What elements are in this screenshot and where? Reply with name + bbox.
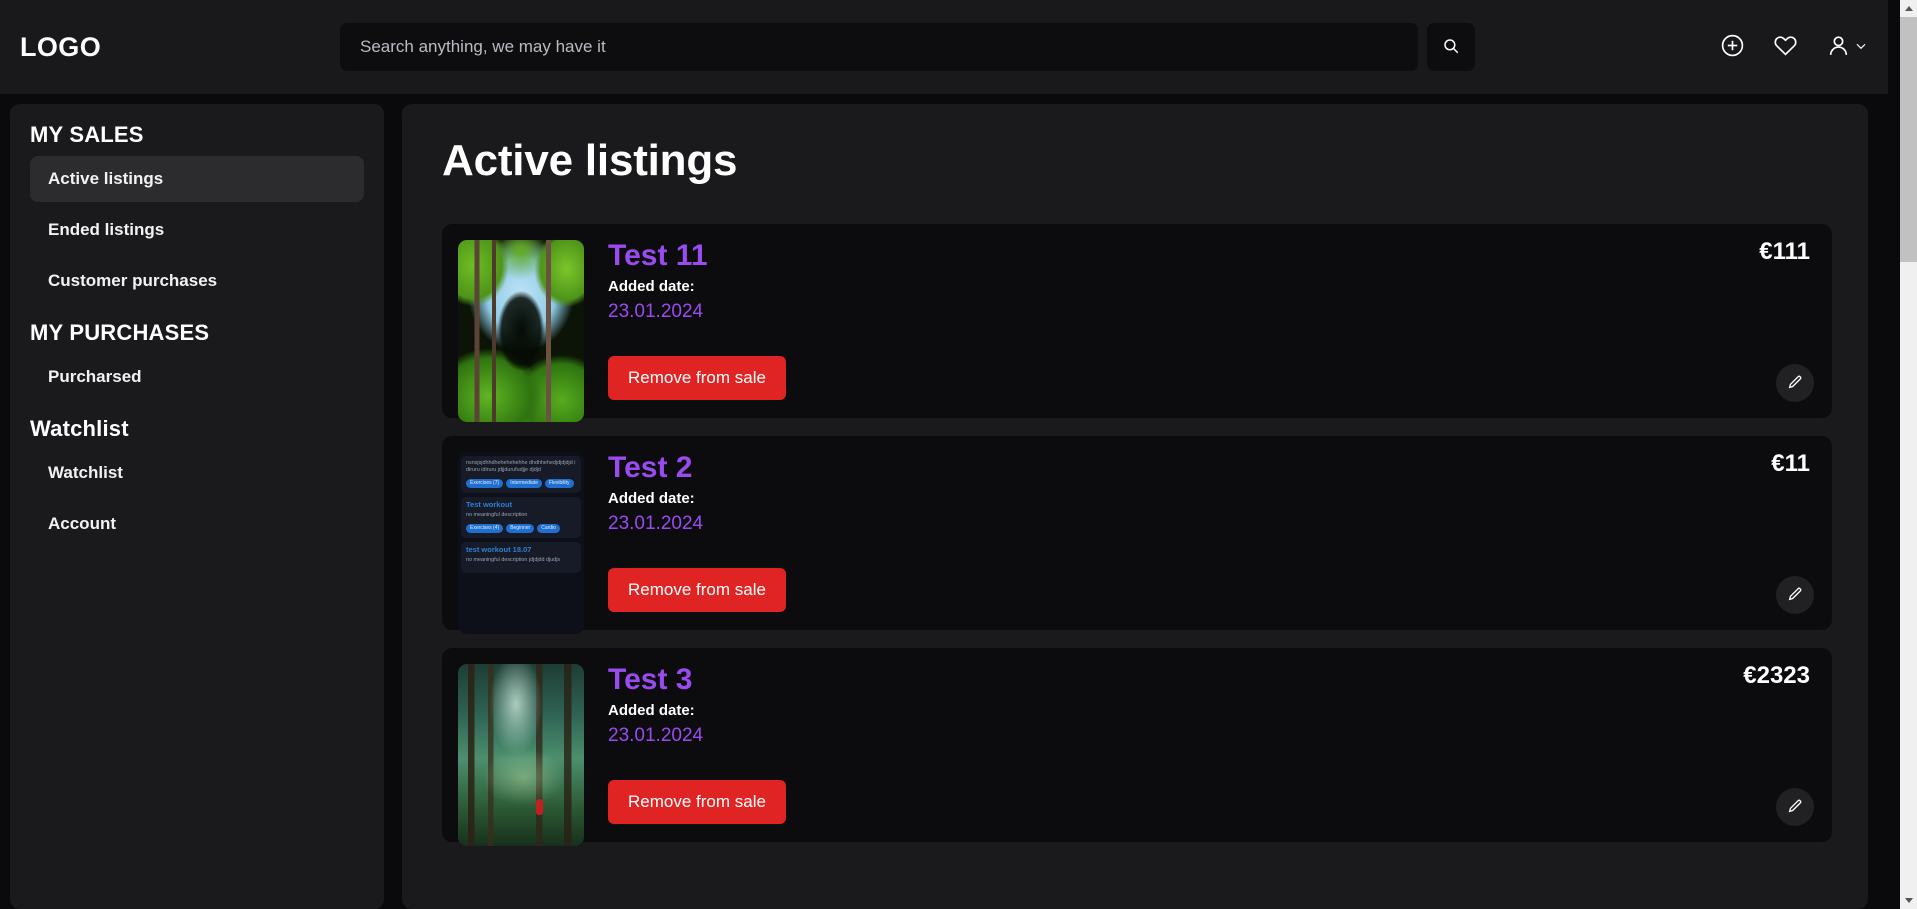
sidebar-item-account[interactable]: Account: [30, 501, 364, 547]
nested-tag: Beginner: [506, 524, 534, 533]
listing-title[interactable]: Test 11: [608, 240, 1810, 272]
listing-price: €11: [1771, 450, 1810, 478]
listing-card[interactable]: Test 3 Added date: 23.01.2024 Remove fro…: [442, 648, 1832, 842]
nested-tag: Flexibility: [545, 479, 574, 488]
added-date-label: Added date:: [608, 702, 1810, 719]
added-date-label: Added date:: [608, 278, 1810, 295]
nested-workout-card: test workout 18.07 no meaningful descrip…: [461, 542, 581, 574]
nested-workout-description: nsnsjsjdhhdhehehehehhe dhdhhehedjdjdjdjd…: [466, 460, 576, 475]
workout-app-screenshot-icon: nsnsjsjdhhdhehehehehhe dhdhhehedjdjdjdjd…: [458, 452, 584, 634]
nested-workout-description: no meaningful description jdjdjdd djudjs: [466, 557, 576, 564]
misty-forest-photo-icon: [458, 664, 584, 846]
top-header: LOGO: [0, 0, 1888, 94]
nested-workout-title: test workout 18.07: [466, 546, 576, 555]
site-logo[interactable]: LOGO: [20, 32, 101, 63]
listing-price: €111: [1759, 238, 1810, 266]
pencil-icon: [1787, 374, 1803, 393]
sidebar-item-ended-listings[interactable]: Ended listings: [30, 207, 364, 253]
pencil-icon: [1787, 798, 1803, 817]
added-date-label: Added date:: [608, 490, 1810, 507]
nested-tag: Exercises (4): [466, 524, 503, 533]
scroll-down-button[interactable]: [1900, 892, 1917, 909]
page-body: MY SALES Active listings Ended listings …: [0, 104, 1888, 909]
sidebar-heading-watchlist: Watchlist: [30, 416, 364, 442]
scrollbar-thumb[interactable]: [1900, 17, 1917, 262]
listing-thumbnail[interactable]: nsnsjsjdhhdhehehehehhe dhdhhehedjdjdjdjd…: [458, 452, 584, 634]
pencil-icon: [1787, 586, 1803, 605]
listing-price: €2323: [1743, 662, 1810, 690]
edit-listing-button[interactable]: [1776, 364, 1814, 402]
remove-from-sale-button[interactable]: Remove from sale: [608, 356, 786, 400]
wishlist-button[interactable]: [1773, 33, 1798, 61]
nested-workout-card: nsnsjsjdhhdhehehehehhe dhdhhehedjdjdjdjd…: [461, 456, 581, 493]
listing-card[interactable]: Test 11 Added date: 23.01.2024 Remove fr…: [442, 224, 1832, 418]
nested-workout-card: Test workout no meaningful description E…: [461, 497, 581, 538]
search-button[interactable]: [1427, 23, 1475, 71]
edit-listing-button[interactable]: [1776, 788, 1814, 826]
listing-thumbnail[interactable]: [458, 664, 584, 846]
listing-details: Test 3 Added date: 23.01.2024 Remove fro…: [608, 664, 1810, 826]
listing-title[interactable]: Test 3: [608, 664, 1810, 696]
person-icon: [1826, 33, 1851, 61]
listing-card[interactable]: nsnsjsjdhhdhehehehehhe dhdhhehedjdjdjdjd…: [442, 436, 1832, 630]
nested-tag: Exercises (7): [466, 479, 503, 488]
listing-details: Test 11 Added date: 23.01.2024 Remove fr…: [608, 240, 1810, 402]
nested-workout-tags: Exercises (7) Intermediate Flexibility: [466, 479, 576, 488]
page-scrollbar[interactable]: [1900, 0, 1917, 909]
listing-title[interactable]: Test 2: [608, 452, 1810, 484]
search-input[interactable]: [340, 23, 1418, 71]
chevron-down-icon: [1905, 898, 1913, 903]
add-listing-button[interactable]: [1720, 33, 1745, 61]
add-icon: [1720, 33, 1745, 61]
listing-details: Test 2 Added date: 23.01.2024 Remove fro…: [608, 452, 1810, 614]
scroll-up-button[interactable]: [1900, 0, 1917, 17]
sidebar-heading-my-sales: MY SALES: [30, 122, 364, 148]
chevron-up-icon: [1905, 6, 1913, 11]
search-bar: [340, 23, 1475, 71]
remove-from-sale-button[interactable]: Remove from sale: [608, 568, 786, 612]
remove-from-sale-button[interactable]: Remove from sale: [608, 780, 786, 824]
nested-workout-title: Test workout: [466, 501, 576, 510]
app-root: LOGO: [0, 0, 1917, 909]
search-icon: [1442, 37, 1460, 58]
sidebar-item-active-listings[interactable]: Active listings: [30, 156, 364, 202]
sidebar-heading-my-purchases: MY PURCHASES: [30, 320, 364, 346]
sidebar-item-customer-purchases[interactable]: Customer purchases: [30, 258, 364, 304]
added-date-value: 23.01.2024: [608, 301, 1810, 323]
heart-icon: [1773, 33, 1798, 61]
listing-thumbnail[interactable]: [458, 240, 584, 422]
added-date-value: 23.01.2024: [608, 725, 1810, 747]
header-actions: [1720, 0, 1868, 94]
edit-listing-button[interactable]: [1776, 576, 1814, 614]
sidebar-item-watchlist[interactable]: Watchlist: [30, 450, 364, 496]
nested-tag: Intermediate: [506, 479, 542, 488]
chevron-down-icon: [1854, 39, 1868, 56]
main-content: Active listings Test 11 Added date: 23.0…: [402, 104, 1868, 909]
nested-tag: Cardio: [537, 524, 560, 533]
sidebar-item-purcharsed[interactable]: Purcharsed: [30, 354, 364, 400]
sidebar: MY SALES Active listings Ended listings …: [10, 104, 384, 909]
jungle-illustration-icon: [458, 240, 584, 422]
page-title: Active listings: [442, 136, 1832, 186]
added-date-value: 23.01.2024: [608, 513, 1810, 535]
account-menu-button[interactable]: [1826, 33, 1868, 61]
nested-workout-description: no meaningful description: [466, 512, 576, 519]
nested-workout-tags: Exercises (4) Beginner Cardio: [466, 524, 576, 533]
